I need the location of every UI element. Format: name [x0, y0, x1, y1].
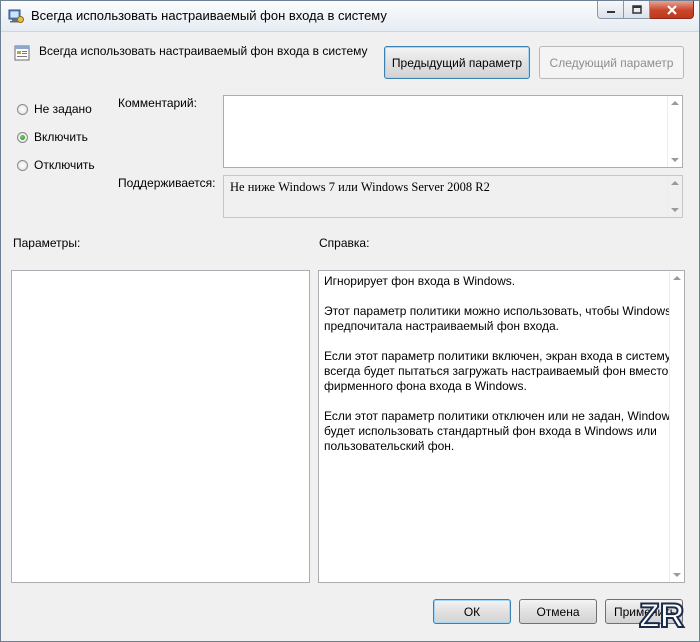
scroll-up-arrow-icon[interactable]: [671, 181, 679, 185]
help-paragraph: Если этот параметр политики включен, экр…: [324, 349, 671, 393]
minimize-icon: [606, 10, 615, 13]
help-section-label: Справка:: [319, 236, 370, 250]
caption-buttons: [597, 1, 694, 20]
scroll-down-arrow-icon[interactable]: [671, 208, 679, 212]
comment-label: Комментарий:: [118, 96, 197, 110]
supported-label: Поддерживается:: [118, 176, 216, 190]
supported-on-value: Не ниже Windows 7 или Windows Server 200…: [230, 180, 490, 194]
help-paragraph: Игнорирует фон входа в Windows.: [324, 274, 516, 288]
radio-enabled-indicator[interactable]: [17, 131, 28, 143]
previous-setting-button[interactable]: Предыдущий параметр: [384, 46, 530, 79]
comment-scrollbar[interactable]: [667, 96, 682, 167]
help-paragraph: Этот параметр политики можно использоват…: [324, 304, 672, 333]
scroll-up-arrow-icon[interactable]: [673, 276, 681, 280]
help-scrollbar[interactable]: [669, 271, 684, 582]
cancel-button[interactable]: Отмена: [519, 599, 597, 624]
watermark-text: ZR: [639, 597, 684, 635]
close-button[interactable]: [650, 1, 694, 19]
radio-disabled-indicator[interactable]: [17, 159, 28, 171]
radio-not-configured-indicator[interactable]: [17, 103, 28, 115]
scroll-down-arrow-icon[interactable]: [673, 573, 681, 577]
maximize-button[interactable]: [624, 1, 650, 19]
scroll-up-arrow-icon[interactable]: [671, 101, 679, 105]
window-title: Всегда использовать настраиваемый фон вх…: [31, 8, 387, 23]
policy-setting-icon: [14, 45, 30, 61]
title-bar[interactable]: Всегда использовать настраиваемый фон вх…: [1, 1, 699, 32]
group-policy-icon: [8, 9, 24, 23]
minimize-button[interactable]: [597, 1, 624, 19]
help-pane: Игнорирует фон входа в Windows. Этот пар…: [318, 270, 685, 583]
radio-disabled[interactable]: Отключить: [17, 158, 95, 172]
radio-disabled-label: Отключить: [34, 158, 95, 172]
options-pane: [11, 270, 310, 583]
radio-enabled[interactable]: Включить: [17, 130, 88, 144]
radio-not-configured-label: Не задано: [34, 102, 92, 116]
comment-textarea[interactable]: [223, 95, 683, 168]
policy-dialog-window: Всегда использовать настраиваемый фон вх…: [0, 0, 700, 642]
maximize-icon: [631, 5, 642, 14]
policy-name: Всегда использовать настраиваемый фон вх…: [39, 44, 368, 58]
scroll-down-arrow-icon[interactable]: [671, 158, 679, 162]
supported-on-field: Не ниже Windows 7 или Windows Server 200…: [223, 175, 683, 218]
radio-not-configured[interactable]: Не задано: [17, 102, 92, 116]
zr-watermark-logo: ZR: [638, 596, 685, 635]
supported-scrollbar[interactable]: [667, 176, 682, 217]
next-setting-button[interactable]: Следующий параметр: [539, 46, 684, 79]
radio-enabled-label: Включить: [34, 130, 88, 144]
help-text: Игнорирует фон входа в Windows. Этот пар…: [324, 274, 678, 469]
close-icon: [666, 4, 677, 15]
ok-button[interactable]: ОК: [433, 599, 511, 624]
help-paragraph: Если этот параметр политики отключен или…: [324, 409, 677, 453]
options-section-label: Параметры:: [13, 236, 81, 250]
